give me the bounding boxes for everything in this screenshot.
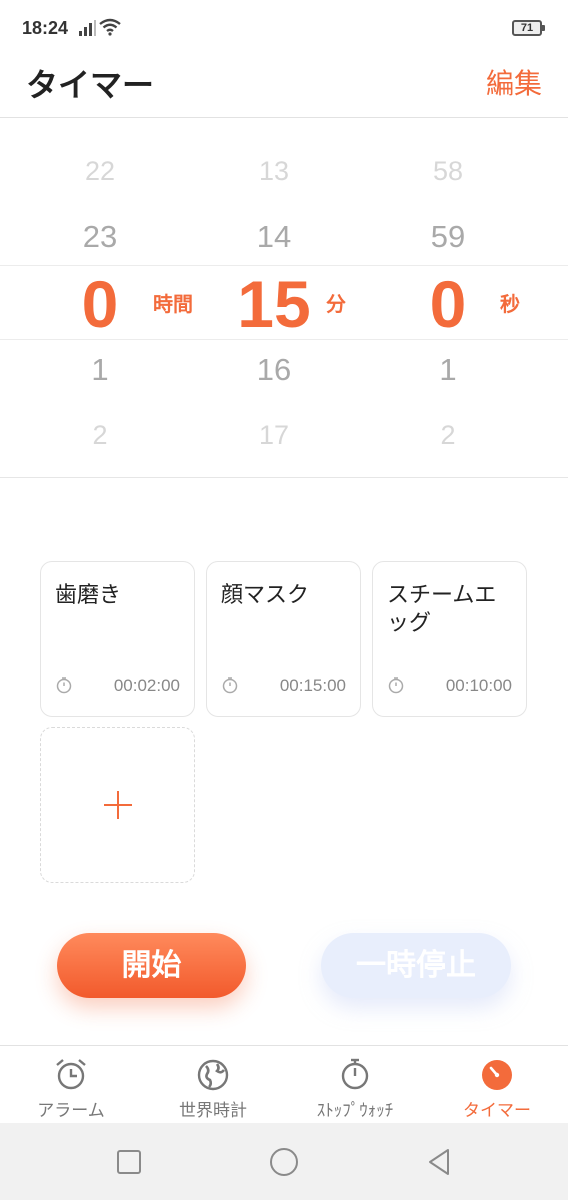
minutes-above[interactable]: 14 xyxy=(189,219,359,255)
preset-duration: 00:10:00 xyxy=(445,676,512,695)
timer-icon xyxy=(388,677,404,694)
minutes-far-below[interactable]: 17 xyxy=(189,420,359,451)
preset-card[interactable]: 歯磨き 00:02:00 xyxy=(40,561,195,717)
alarm-clock-icon xyxy=(56,1059,86,1090)
tab-timer[interactable]: タイマー xyxy=(426,1046,568,1124)
seconds-unit-label: 秒 xyxy=(500,292,520,316)
preset-duration: 00:15:00 xyxy=(279,676,346,695)
preset-card[interactable]: スチームエッグ 00:10:00 xyxy=(372,561,527,717)
minutes-below[interactable]: 16 xyxy=(189,352,359,388)
page-title: タイマー xyxy=(26,66,155,104)
recent-apps-icon[interactable] xyxy=(112,1145,146,1179)
plus-icon xyxy=(104,791,132,819)
tab-stopwatch[interactable]: ｽﾄｯﾌﾟｳｫｯﾁ xyxy=(284,1046,426,1124)
preset-card[interactable]: 顔マスク 00:15:00 xyxy=(206,561,361,717)
preset-name: スチームエッグ xyxy=(387,583,497,636)
tab-label: アラーム xyxy=(37,1101,105,1121)
hours-far-above[interactable]: 22 xyxy=(15,156,185,187)
tab-label: 世界時計 xyxy=(179,1101,247,1121)
timer-icon xyxy=(222,677,238,694)
time-picker[interactable]: 22 23 0 1 2 時間 13 14 15 16 17 分 58 59 0 … xyxy=(0,118,568,478)
stopwatch-icon xyxy=(341,1058,369,1090)
timer-icon xyxy=(56,677,72,694)
hours-far-below[interactable]: 2 xyxy=(15,420,185,451)
status-time: 18:24 xyxy=(22,18,69,38)
hours-unit-label: 時間 xyxy=(153,292,193,316)
add-preset-button[interactable] xyxy=(40,727,195,883)
minutes-far-above[interactable]: 13 xyxy=(189,156,359,187)
system-navigation-bar xyxy=(0,1123,568,1200)
tab-alarm[interactable]: アラーム xyxy=(0,1046,142,1124)
seconds-above[interactable]: 59 xyxy=(363,219,533,255)
preset-name: 顔マスク xyxy=(221,583,310,608)
back-icon[interactable] xyxy=(422,1145,456,1179)
wifi-icon xyxy=(99,18,121,36)
tab-label: ｽﾄｯﾌﾟｳｫｯﾁ xyxy=(316,1101,394,1121)
home-icon[interactable] xyxy=(267,1145,301,1179)
start-button[interactable]: 開始 xyxy=(57,933,246,998)
tab-world-clock[interactable]: 世界時計 xyxy=(142,1046,284,1124)
hours-above[interactable]: 23 xyxy=(15,219,185,255)
seconds-below[interactable]: 1 xyxy=(363,352,533,388)
pause-button: 一時停止 xyxy=(321,933,511,998)
timer-icon xyxy=(482,1060,512,1090)
picker-divider xyxy=(0,477,568,478)
seconds-far-above[interactable]: 58 xyxy=(363,156,533,187)
preset-name: 歯磨き xyxy=(55,583,122,608)
hours-below[interactable]: 1 xyxy=(15,352,185,388)
tab-label: タイマー xyxy=(463,1101,531,1121)
globe-icon xyxy=(197,1059,229,1091)
edit-button[interactable]: 編集 xyxy=(486,62,542,102)
preset-duration: 00:02:00 xyxy=(113,676,180,695)
status-bar: 18:24 71 xyxy=(0,0,568,58)
signal-icon xyxy=(79,20,96,36)
battery-indicator: 71 xyxy=(512,20,545,36)
seconds-far-below[interactable]: 2 xyxy=(363,420,533,451)
minutes-unit-label: 分 xyxy=(326,292,346,316)
bottom-tab-bar: アラーム 世界時計 ｽﾄｯﾌﾟｳｫｯﾁ タイマー xyxy=(0,1045,568,1123)
